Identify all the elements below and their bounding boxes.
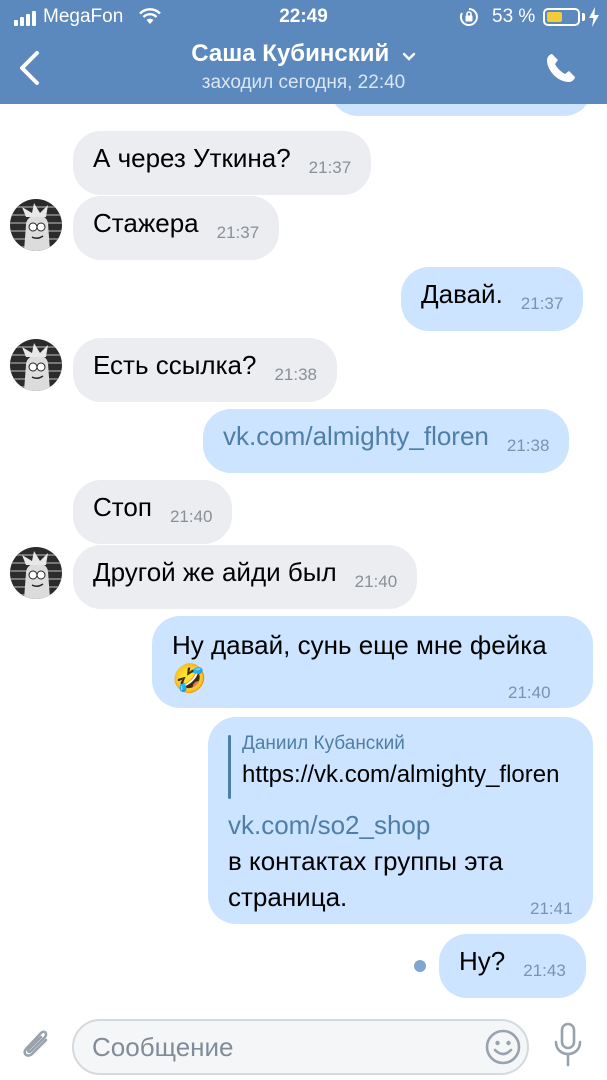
emoji-rofl: 🤣 [172,663,207,694]
attach-icon[interactable] [18,1024,54,1064]
message-bubble[interactable]: Даниил Кубанский https://vk.com/almighty… [208,717,593,924]
message-time: 21:38 [274,365,317,384]
message-time: 21:40 [508,683,551,702]
message-bubble[interactable]: Ну давай, сунь еще мне фейка 🤣 21:40 [152,616,593,708]
message-input[interactable] [92,1021,472,1073]
avatar-image [10,339,62,391]
last-seen: заходил сегодня, 22:40 [201,72,406,93]
message-time: 21:38 [506,436,550,455]
message-time: 21:37 [216,223,260,242]
message-input-field[interactable] [72,1019,529,1075]
message-time: 21:37 [520,294,564,313]
message-list[interactable]: А через Уткина? 21:37 Стажера 21:37 Давай.… [0,104,607,1010]
microphone-icon[interactable] [552,1022,584,1068]
contact-title[interactable]: Саша Кубинский [0,40,607,68]
chevron-down-icon[interactable] [402,52,416,62]
message-text: Стоп [93,492,152,522]
avatar-image [10,199,62,251]
avatar[interactable] [10,199,62,251]
message-text: Есть ссылка? [93,350,257,380]
reply-author[interactable]: Даниил Кубанский [242,732,405,756]
status-bar: MegaFon 22:49 53 % [0,0,607,36]
emoji-icon[interactable] [484,1028,522,1066]
message-time: 21:40 [169,507,213,526]
phone-icon[interactable] [544,51,578,85]
previous-message-bubble [330,104,592,116]
chat-header: MegaFon 22:49 53 % Саша Кубинский заходи… [0,0,607,104]
message-bubble[interactable]: Стоп 21:40 [73,480,233,544]
charging-bolt-icon [589,7,599,27]
message-time: 21:43 [523,961,566,980]
message-text: страница. [228,882,348,912]
unread-indicator [414,960,426,972]
avatar-image [10,547,62,599]
message-text: Другой же айди был [93,557,337,587]
message-text: в контактах группы эта [228,846,504,876]
message-text: Ну? [459,946,506,976]
message-time: 21:41 [530,899,573,918]
contact-name[interactable]: Саша Кубинский [191,40,389,68]
composer [0,1010,607,1080]
message-bubble[interactable]: Стажера 21:37 [73,196,280,260]
message-text: А через Уткина? [93,143,291,173]
message-link[interactable]: vk.com/almighty_floren [223,421,489,451]
battery-icon [543,8,580,26]
reply-indicator [228,735,231,799]
battery-percent: 53 % [492,6,536,27]
message-bubble[interactable]: Давай. 21:37 [401,267,584,331]
lock-rotation-icon [459,8,478,26]
message-time: 21:40 [354,572,398,591]
message-bubble[interactable]: Есть ссылка? 21:38 [73,338,337,402]
message-bubble[interactable]: vk.com/almighty_floren 21:38 [203,409,570,473]
message-bubble[interactable]: Ну? 21:43 [439,934,586,998]
avatar[interactable] [10,339,62,391]
message-link[interactable]: vk.com/so2_shop [228,808,430,842]
message-text: Ну давай, сунь еще мне фейка [172,630,547,660]
reply-text: https://vk.com/almighty_floren [242,761,560,788]
message-bubble[interactable]: Другой же айди был 21:40 [73,545,418,609]
message-time: 21:37 [308,158,352,177]
avatar[interactable] [10,547,62,599]
message-text: Давай. [421,279,503,309]
message-text: Стажера [93,208,199,238]
message-bubble[interactable]: А через Уткина? 21:37 [73,131,372,195]
